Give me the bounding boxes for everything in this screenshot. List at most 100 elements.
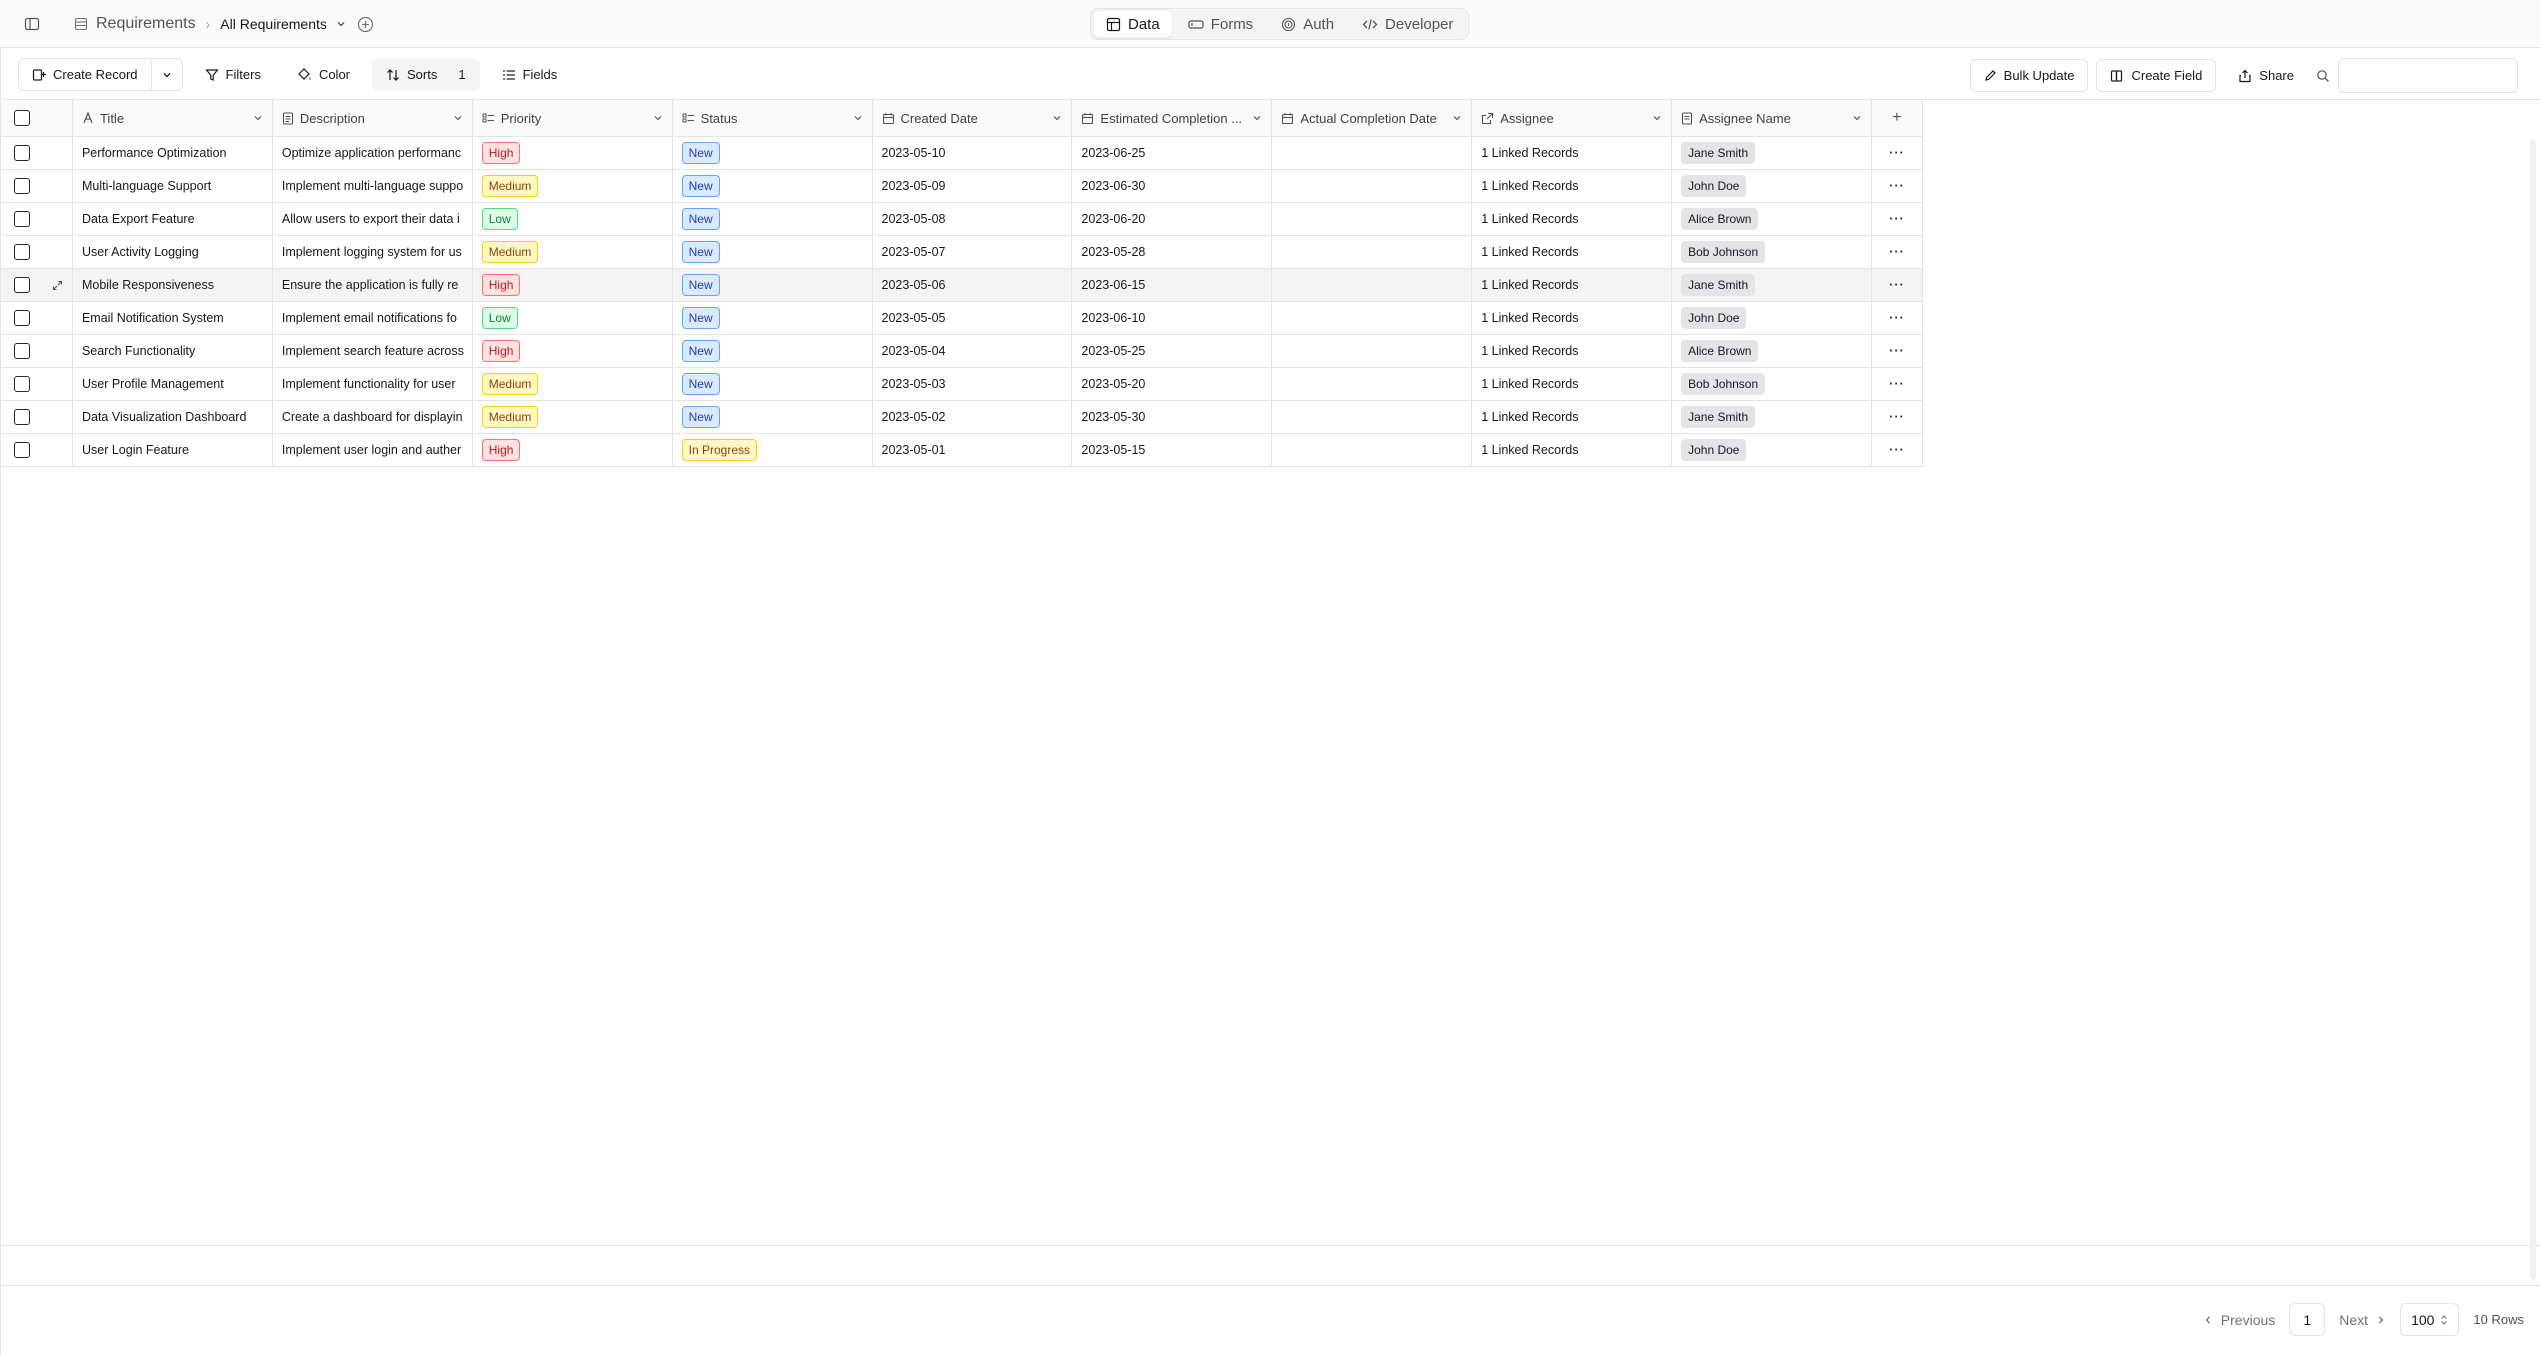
cell-actual-completion[interactable] — [1272, 434, 1473, 466]
row-checkbox[interactable] — [14, 244, 30, 260]
row-checkbox[interactable] — [14, 178, 30, 194]
chevron-down-icon[interactable] — [253, 113, 263, 123]
row-actions-button[interactable]: ··· — [1872, 335, 1922, 367]
cell-assignee-name[interactable]: John Doe — [1672, 434, 1872, 466]
bulk-update-button[interactable]: Bulk Update — [1969, 59, 2089, 92]
column-header-actual-completion[interactable]: Actual Completion Date — [1272, 100, 1473, 136]
cell-priority[interactable]: Medium — [473, 236, 673, 268]
cell-assignee-name[interactable]: John Doe — [1672, 302, 1872, 334]
cell-status[interactable]: New — [673, 236, 873, 268]
cell-assignee[interactable]: 1 Linked Records — [1472, 368, 1673, 400]
cell-status[interactable]: New — [673, 368, 873, 400]
cell-status[interactable]: New — [673, 302, 873, 334]
cell-actual-completion[interactable] — [1272, 302, 1473, 334]
row-checkbox[interactable] — [14, 409, 30, 425]
sorts-button[interactable]: Sorts 1 — [372, 58, 480, 91]
cell-assignee-name[interactable]: Bob Johnson — [1672, 236, 1872, 268]
column-header-priority[interactable]: Priority — [473, 100, 673, 136]
cell-description[interactable]: Implement functionality for user — [273, 368, 473, 400]
cell-estimated-completion[interactable]: 2023-06-30 — [1072, 170, 1273, 202]
cell-priority[interactable]: High — [473, 137, 673, 169]
cell-description[interactable]: Implement email notifications fo — [273, 302, 473, 334]
table-row[interactable]: Data Visualization Dashboard Create a das… — [1, 401, 1922, 434]
cell-status[interactable]: New — [673, 335, 873, 367]
cell-status[interactable]: New — [673, 170, 873, 202]
cell-title[interactable]: Search Functionality — [73, 335, 273, 367]
chevron-down-icon[interactable] — [1452, 113, 1462, 123]
cell-actual-completion[interactable] — [1272, 170, 1473, 202]
table-row[interactable]: User Login Feature Implement user login a… — [1, 434, 1922, 467]
create-field-button[interactable]: Create Field — [2096, 59, 2217, 92]
previous-page-button[interactable]: Previous — [2203, 1312, 2275, 1328]
cell-assignee[interactable]: 1 Linked Records — [1472, 269, 1673, 301]
cell-estimated-completion[interactable]: 2023-06-15 — [1072, 269, 1273, 301]
cell-actual-completion[interactable] — [1272, 401, 1473, 433]
fields-button[interactable]: Fields — [487, 58, 572, 91]
cell-assignee-name[interactable]: Bob Johnson — [1672, 368, 1872, 400]
chevron-down-icon[interactable] — [653, 113, 663, 123]
cell-assignee[interactable]: 1 Linked Records — [1472, 335, 1673, 367]
cell-created-date[interactable]: 2023-05-09 — [873, 170, 1073, 202]
table-row[interactable]: Performance Optimization Optimize applica… — [1, 137, 1922, 170]
cell-title[interactable]: Data Export Feature — [73, 203, 273, 235]
cell-assignee-name[interactable]: Alice Brown — [1672, 203, 1872, 235]
cell-priority[interactable]: High — [473, 434, 673, 466]
cell-status[interactable]: In Progress — [673, 434, 873, 466]
cell-estimated-completion[interactable]: 2023-06-10 — [1072, 302, 1273, 334]
row-actions-button[interactable]: ··· — [1872, 269, 1922, 301]
row-actions-button[interactable]: ··· — [1872, 434, 1922, 466]
current-page[interactable]: 1 — [2289, 1303, 2326, 1336]
next-page-button[interactable]: Next — [2339, 1312, 2386, 1328]
tab-auth[interactable]: Auth — [1269, 11, 1346, 37]
expand-row-icon[interactable] — [52, 280, 64, 291]
cell-assignee[interactable]: 1 Linked Records — [1472, 434, 1673, 466]
chevron-down-icon[interactable] — [1852, 113, 1862, 123]
cell-actual-completion[interactable] — [1272, 203, 1473, 235]
cell-assignee[interactable]: 1 Linked Records — [1472, 170, 1673, 202]
row-actions-button[interactable]: ··· — [1872, 302, 1922, 334]
cell-created-date[interactable]: 2023-05-02 — [873, 401, 1073, 433]
search-input[interactable] — [2338, 58, 2518, 93]
row-checkbox[interactable] — [14, 310, 30, 326]
cell-assignee-name[interactable]: Jane Smith — [1672, 137, 1872, 169]
tab-data[interactable]: Data — [1094, 11, 1172, 37]
row-checkbox[interactable] — [14, 211, 30, 227]
table-row[interactable]: Search Functionality Implement search fea… — [1, 335, 1922, 368]
cell-estimated-completion[interactable]: 2023-05-15 — [1072, 434, 1273, 466]
tab-developer[interactable]: Developer — [1350, 11, 1465, 37]
cell-priority[interactable]: Low — [473, 203, 673, 235]
cell-assignee[interactable]: 1 Linked Records — [1472, 203, 1673, 235]
cell-assignee[interactable]: 1 Linked Records — [1472, 137, 1673, 169]
chevron-down-icon[interactable] — [1652, 113, 1662, 123]
cell-actual-completion[interactable] — [1272, 137, 1473, 169]
cell-assignee-name[interactable]: Jane Smith — [1672, 401, 1872, 433]
cell-priority[interactable]: Medium — [473, 368, 673, 400]
cell-actual-completion[interactable] — [1272, 236, 1473, 268]
cell-description[interactable]: Implement search feature across — [273, 335, 473, 367]
cell-created-date[interactable]: 2023-05-08 — [873, 203, 1073, 235]
cell-priority[interactable]: High — [473, 269, 673, 301]
cell-status[interactable]: New — [673, 203, 873, 235]
add-column-button[interactable]: + — [1872, 100, 1922, 136]
cell-description[interactable]: Implement user login and auther — [273, 434, 473, 466]
cell-title[interactable]: User Login Feature — [73, 434, 273, 466]
cell-description[interactable]: Allow users to export their data i — [273, 203, 473, 235]
chevron-down-icon[interactable] — [1052, 113, 1062, 123]
cell-created-date[interactable]: 2023-05-07 — [873, 236, 1073, 268]
page-size-select[interactable]: 100 — [2400, 1303, 2460, 1336]
row-checkbox[interactable] — [14, 343, 30, 359]
cell-created-date[interactable]: 2023-05-06 — [873, 269, 1073, 301]
row-checkbox[interactable] — [14, 277, 30, 293]
cell-priority[interactable]: High — [473, 335, 673, 367]
row-actions-button[interactable]: ··· — [1872, 368, 1922, 400]
cell-title[interactable]: Performance Optimization — [73, 137, 273, 169]
row-actions-button[interactable]: ··· — [1872, 236, 1922, 268]
cell-estimated-completion[interactable]: 2023-05-25 — [1072, 335, 1273, 367]
view-selector[interactable]: All Requirements — [220, 16, 347, 32]
filters-button[interactable]: Filters — [190, 58, 275, 91]
cell-created-date[interactable]: 2023-05-05 — [873, 302, 1073, 334]
cell-assignee[interactable]: 1 Linked Records — [1472, 236, 1673, 268]
column-header-assignee-name[interactable]: Assignee Name — [1672, 100, 1872, 136]
cell-assignee-name[interactable]: Jane Smith — [1672, 269, 1872, 301]
cell-actual-completion[interactable] — [1272, 368, 1473, 400]
